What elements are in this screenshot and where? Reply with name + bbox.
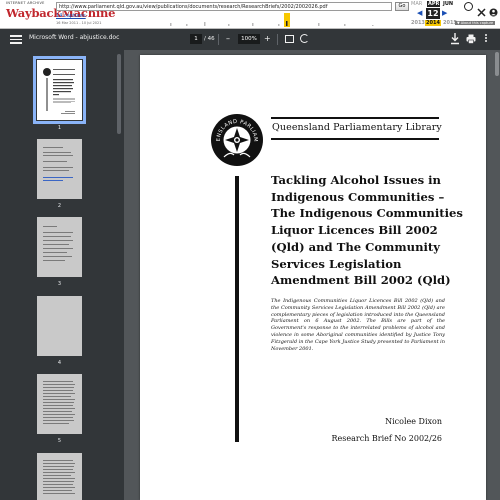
wayback-captures-link[interactable]: 14 captures [56, 13, 86, 19]
thumbnail-label: 3 [57, 281, 62, 287]
wayback-about-link[interactable]: ▼ About this capture [455, 21, 496, 25]
zoom-input[interactable]: 100% [238, 34, 260, 44]
wayback-prev-arrow-icon[interactable]: ◀ [417, 8, 422, 19]
wayback-prev-year[interactable]: 2013 [411, 20, 425, 26]
thumbnail-page-1-preview [43, 68, 75, 114]
document-brief-number: Research Brief No 2002/26 [331, 434, 442, 443]
toolbar-divider [218, 34, 219, 45]
library-rule-top [271, 117, 439, 119]
social-icon[interactable] [489, 2, 498, 17]
document-scroll-thumb[interactable] [495, 52, 499, 76]
thumbnail-label: 2 [57, 203, 62, 209]
thumbnail-page-4[interactable] [37, 296, 82, 356]
print-icon[interactable] [466, 34, 476, 44]
close-icon[interactable] [477, 2, 486, 17]
wayback-url-input[interactable]: http://www.parliament.qld.gov.au/view/pu… [56, 2, 392, 11]
thumbnail-sidebar: 1 2 3 4 5 [0, 50, 124, 500]
wayback-current-month: APR [427, 1, 441, 7]
thumbnail-label: 1 [57, 125, 62, 131]
menu-icon[interactable] [10, 33, 22, 45]
wayback-date-range: 16 Mar 2011 - 10 Jul 2021 [56, 21, 102, 25]
sidebar-scrollbar[interactable] [116, 50, 122, 500]
sidebar-scroll-thumb[interactable] [117, 54, 121, 134]
thumbnail-label: 5 [57, 438, 62, 444]
download-icon[interactable] [450, 33, 460, 45]
thumbnail-label: 4 [57, 360, 62, 366]
wayback-next-arrow-icon[interactable]: ▶ [442, 8, 447, 19]
thumbnail-page-6[interactable] [37, 453, 82, 500]
wayback-calendar[interactable]: MAR APR JUN ◀ 12 ▶ 2013 2014 2015 [411, 0, 457, 28]
pdf-page: QUEENSLAND PARLIAMENT Queensland Parliam… [140, 55, 486, 500]
thumbnail-page-3[interactable] [37, 217, 82, 277]
wayback-logo-word: WaybackMachine [6, 6, 116, 20]
parliament-crest-icon: QUEENSLAND PARLIAMENT [210, 113, 263, 166]
document-abstract: The Indigenous Communities Liquor Licenc… [271, 298, 445, 352]
zoom-out-button[interactable]: – [226, 32, 230, 46]
wayback-next-month[interactable]: JUN [443, 1, 453, 7]
toolbar-divider [277, 34, 278, 45]
document-viewer: QUEENSLAND PARLIAMENT Queensland Parliam… [124, 50, 500, 500]
page-total: / 46 [204, 36, 215, 42]
wayback-icons [460, 2, 500, 17]
pdf-toolbar: Microsoft Word - abjustice.doc 1 / 46 – … [0, 29, 500, 50]
library-banner: Queensland Parliamentary Library [271, 117, 442, 142]
zoom-in-button[interactable]: + [264, 32, 271, 46]
wayback-toolbar: INTERNET ARCHIVE WaybackMachine http://w… [0, 0, 500, 29]
wayback-logo[interactable]: INTERNET ARCHIVE WaybackMachine [6, 0, 116, 22]
fit-page-icon[interactable] [285, 35, 294, 43]
thumbnail-page-2[interactable] [37, 139, 82, 199]
help-icon[interactable] [464, 2, 473, 11]
wayback-logo-top: INTERNET ARCHIVE [6, 1, 45, 5]
vertical-rule [235, 176, 239, 442]
wayback-current-year: 2014 [425, 20, 441, 26]
rotate-icon[interactable] [300, 34, 309, 43]
document-scrollbar[interactable] [494, 50, 500, 500]
library-name: Queensland Parliamentary Library [272, 122, 442, 133]
page-number-input[interactable]: 1 [190, 34, 202, 44]
wayback-prev-month[interactable]: MAR [411, 1, 422, 7]
wayback-capture-sparkline[interactable] [168, 13, 408, 27]
more-icon[interactable] [484, 33, 488, 45]
library-rule-bottom [271, 138, 439, 140]
thumbnail-page-5[interactable] [37, 374, 82, 434]
document-title: Microsoft Word - abjustice.doc [29, 34, 120, 41]
wayback-go-button[interactable]: Go [395, 2, 409, 11]
thumbnail-page-1[interactable] [33, 56, 86, 124]
document-author: Nicolee Dixon [385, 417, 442, 426]
wayback-current-day: 12 [426, 8, 440, 19]
document-heading: Tackling Alcohol Issues in Indigenous Co… [271, 173, 463, 288]
